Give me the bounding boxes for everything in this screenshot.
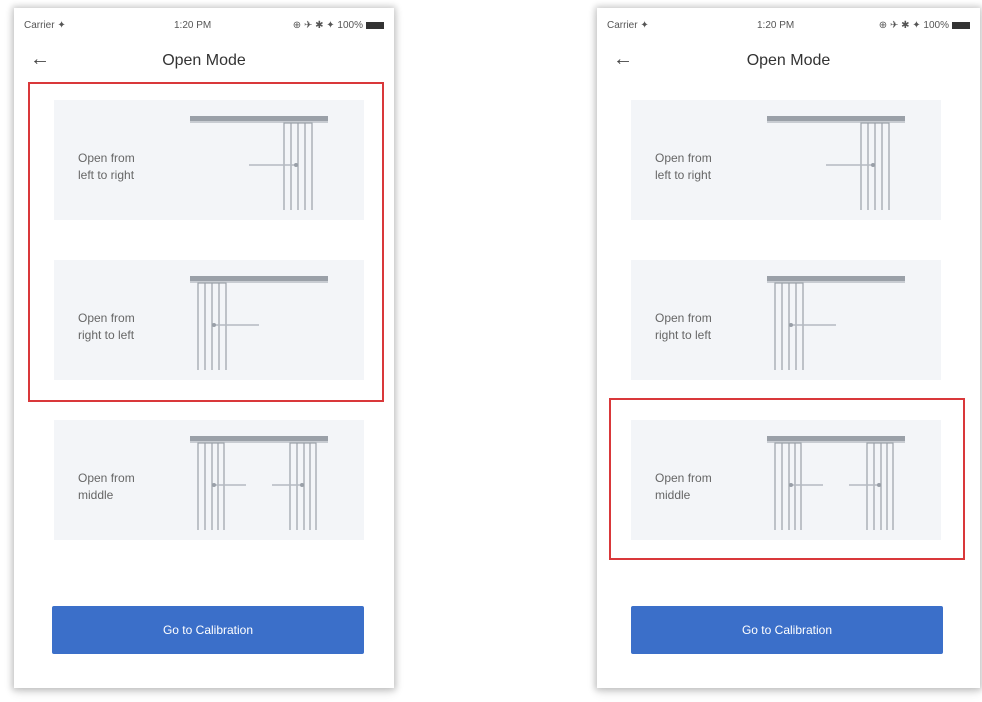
nav-bar: ← Open Mode — [597, 48, 980, 78]
option-label: Open from left to right — [78, 151, 135, 182]
curtain-left-to-right-icon — [767, 116, 905, 210]
option-card-right-to-left[interactable]: Open from right to left — [54, 260, 364, 380]
curtain-right-to-left-icon — [767, 276, 905, 370]
battery-icon — [952, 21, 970, 29]
curtain-right-to-left-icon — [190, 276, 328, 370]
canvas: Carrier ✦ 1:20 PM ⊕ ✈ ✱ ✦ 100% ← Open Mo… — [0, 0, 982, 702]
option-label: Open from left to right — [655, 151, 712, 182]
option-label: Open from right to left — [78, 311, 135, 342]
status-indicators: ⊕ ✈ ✱ ✦ 100% — [293, 20, 384, 31]
option-card-left-to-right[interactable]: Open from left to right — [631, 100, 941, 220]
status-bar: Carrier ✦ 1:20 PM ⊕ ✈ ✱ ✦ 100% — [597, 8, 980, 40]
status-carrier: Carrier ✦ — [607, 20, 649, 31]
option-card-middle[interactable]: Open from middle — [631, 420, 941, 540]
status-bar: Carrier ✦ 1:20 PM ⊕ ✈ ✱ ✦ 100% — [14, 8, 394, 40]
status-indicator-text: ⊕ ✈ ✱ ✦ 100% — [292, 20, 363, 31]
battery-icon — [366, 21, 384, 29]
go-to-calibration-button[interactable]: Go to Calibration — [631, 606, 943, 654]
status-indicator-text: ⊕ ✈ ✱ ✦ 100% — [878, 20, 949, 31]
curtain-middle-icon — [767, 436, 905, 530]
curtain-middle-icon — [190, 436, 328, 530]
nav-bar: ← Open Mode — [14, 48, 394, 78]
option-label: Open from middle — [655, 471, 712, 502]
option-card-left-to-right[interactable]: Open from left to right — [54, 100, 364, 220]
option-label: Open from right to left — [655, 311, 712, 342]
page-title: Open Mode — [162, 52, 246, 69]
option-card-middle[interactable]: Open from middle — [54, 420, 364, 540]
status-time: 1:20 PM — [757, 20, 795, 31]
phone-screen-right: Carrier ✦ 1:20 PM ⊕ ✈ ✱ ✦ 100% ← Open Mo… — [597, 8, 980, 688]
status-carrier: Carrier ✦ — [24, 20, 66, 31]
option-card-right-to-left[interactable]: Open from right to left — [631, 260, 941, 380]
status-indicators: ⊕ ✈ ✱ ✦ 100% — [879, 20, 970, 31]
curtain-left-to-right-icon — [190, 116, 328, 210]
status-time: 1:20 PM — [174, 20, 212, 31]
go-to-calibration-button[interactable]: Go to Calibration — [52, 606, 364, 654]
option-label: Open from middle — [78, 471, 135, 502]
page-title: Open Mode — [746, 52, 831, 69]
phone-screen-left: Carrier ✦ 1:20 PM ⊕ ✈ ✱ ✦ 100% ← Open Mo… — [14, 8, 394, 688]
